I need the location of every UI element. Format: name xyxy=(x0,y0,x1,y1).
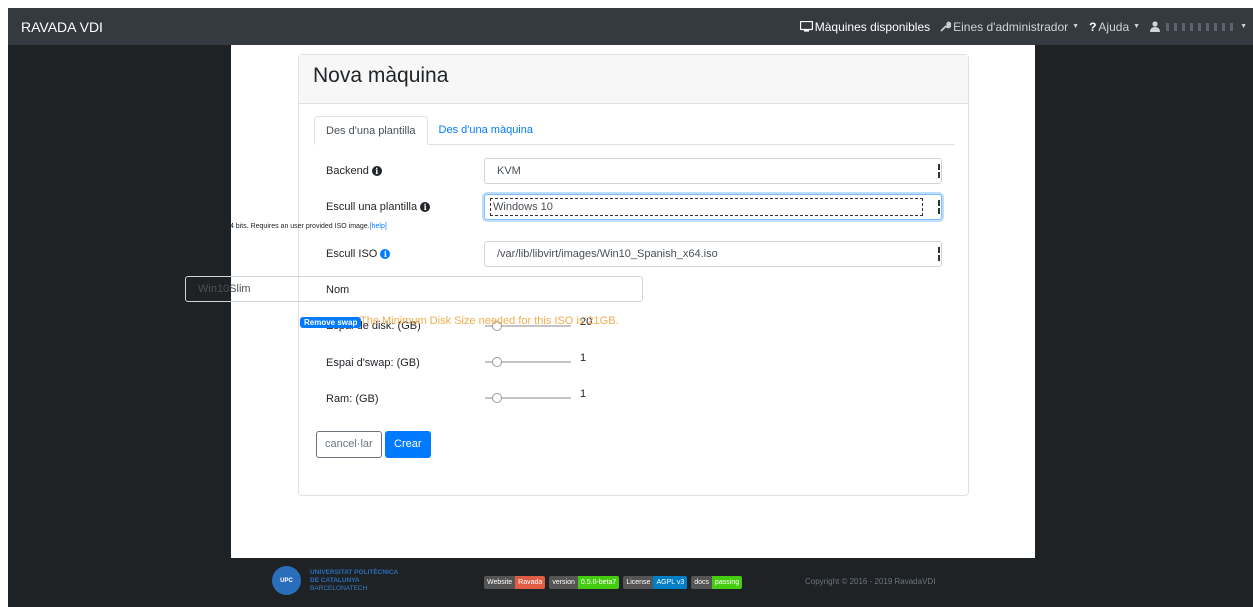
copyright: Copyright © 2016 - 2019 RavadaVDI xyxy=(805,577,936,586)
ram-label-text: Ram: (GB) xyxy=(326,393,379,405)
ram-slider[interactable]: 1 xyxy=(485,388,586,403)
badge-key: Website xyxy=(484,576,516,589)
left-margin xyxy=(8,45,231,607)
select-arrow-icon xyxy=(936,195,941,219)
question-icon: ? xyxy=(1089,19,1097,34)
brand-link[interactable]: RAVADA VDI xyxy=(21,19,103,35)
card-header: Nova màquina xyxy=(299,55,968,104)
user-icon xyxy=(1150,21,1161,32)
university-line-2: DE CATALUNYA xyxy=(310,576,360,584)
badge-value: AGPL v3 xyxy=(653,576,688,589)
template-value: Windows 10 xyxy=(490,198,923,216)
footer-badges: Website Ravada version 0.5.0-beta7 License… xyxy=(484,576,746,589)
iso-label: Escull ISO i xyxy=(326,248,391,260)
slider-handle[interactable] xyxy=(492,393,502,403)
caret-down-icon: ▼ xyxy=(1240,23,1247,30)
university-line-1: UNIVERSITAT POLITÈCNICA xyxy=(310,568,399,576)
version-badge[interactable]: version 0.5.0-beta7 xyxy=(549,576,620,589)
select-arrow-icon xyxy=(936,242,941,266)
info-icon[interactable]: i xyxy=(420,202,431,212)
monitor-icon xyxy=(799,21,813,32)
template-help-text: Windows 10 64 bits. Requires an user pro… xyxy=(186,223,387,230)
cancel-button[interactable]: cancel·lar xyxy=(316,431,382,458)
nav-admin-tools[interactable]: Eines d'administrador ▼ xyxy=(940,20,1079,34)
university-line-3: BARCELONATECH xyxy=(310,584,368,592)
info-icon[interactable]: i xyxy=(380,249,391,259)
website-badge[interactable]: Website Ravada xyxy=(484,576,546,589)
backend-value: KVM xyxy=(497,165,521,177)
template-help-desc: Windows 10 64 bits. Requires an user pro… xyxy=(186,223,370,230)
template-label: Escull una plantilla i xyxy=(326,201,431,213)
iso-label-text: Escull ISO xyxy=(326,248,378,260)
swap-label-text: Espai d'swap: (GB) xyxy=(326,357,420,369)
ram-label: Ram: (GB) xyxy=(326,393,379,405)
nav-help-label: Ajuda xyxy=(1098,19,1130,34)
university-name: UNIVERSITAT POLITÈCNICA DE CATALUNYA BAR… xyxy=(310,569,398,593)
badge-value: 0.5.0-beta7 xyxy=(577,576,620,589)
template-select[interactable]: Windows 10 xyxy=(484,194,942,220)
caret-down-icon: ▼ xyxy=(1133,23,1141,30)
backend-select[interactable]: KVM xyxy=(484,158,942,184)
tab-from-template[interactable]: Des d'una plantilla xyxy=(314,116,428,145)
navbar-menu: Màquines disponibles Eines d'administrad… xyxy=(790,20,1247,34)
docs-badge[interactable]: docs passing xyxy=(691,576,743,589)
disk-size-warning: The Minimum Disk Size needed for this IS… xyxy=(360,315,619,327)
select-arrow-icon xyxy=(936,159,941,183)
upc-logo-block[interactable]: UPC UNIVERSITAT POLITÈCNICA DE CATALUNYA… xyxy=(272,566,398,595)
right-margin xyxy=(1035,45,1253,607)
badge-key: License xyxy=(623,576,654,589)
badge-key: version xyxy=(549,576,578,589)
tab-from-machine[interactable]: Des d'una màquina xyxy=(428,116,544,145)
iso-value: /var/lib/libvirt/images/Win10_Spanish_x6… xyxy=(497,248,718,260)
username-blurred xyxy=(1166,22,1237,31)
badge-key: docs xyxy=(691,576,713,589)
remove-swap-button[interactable]: Remove swap xyxy=(300,317,362,328)
badge-value: passing xyxy=(712,576,743,589)
name-input[interactable]: Win10Slim xyxy=(185,276,643,302)
nav-available-machines-label: Màquines disponibles xyxy=(814,19,931,34)
ram-value: 1 xyxy=(580,388,587,400)
badge-value: Ravada xyxy=(515,576,546,589)
nav-help[interactable]: ? Ajuda ▼ xyxy=(1089,20,1140,34)
upc-logo: UPC xyxy=(272,566,301,595)
tabs: Des d'una plantilla Des d'una màquina xyxy=(314,116,955,145)
create-button[interactable]: Crear xyxy=(385,431,431,458)
nav-available-machines[interactable]: Màquines disponibles xyxy=(799,19,931,34)
nav-admin-tools-label: Eines d'administrador xyxy=(953,19,1069,34)
info-icon[interactable]: i xyxy=(371,166,382,176)
license-badge[interactable]: License AGPL v3 xyxy=(623,576,688,589)
slider-handle[interactable] xyxy=(492,357,502,367)
backend-label: Backend i xyxy=(326,165,382,177)
nav-user-menu[interactable]: ▼ xyxy=(1150,21,1247,32)
caret-down-icon: ▼ xyxy=(1072,23,1080,30)
top-navbar: RAVADA VDI Màquines disponibles Eines d'… xyxy=(8,8,1253,45)
backend-label-text: Backend xyxy=(326,165,369,177)
template-label-text: Escull una plantilla xyxy=(326,201,418,213)
help-link[interactable]: [help] xyxy=(370,223,387,230)
new-machine-card: Nova màquina Des d'una plantilla Des d'u… xyxy=(298,54,969,496)
wrench-icon xyxy=(940,21,952,32)
iso-select[interactable]: /var/lib/libvirt/images/Win10_Spanish_x6… xyxy=(484,241,942,267)
swap-value: 1 xyxy=(580,352,587,364)
page-title: Nova màquina xyxy=(313,64,449,87)
swap-label: Espai d'swap: (GB) xyxy=(326,357,420,369)
swap-slider[interactable]: 1 xyxy=(485,352,586,367)
